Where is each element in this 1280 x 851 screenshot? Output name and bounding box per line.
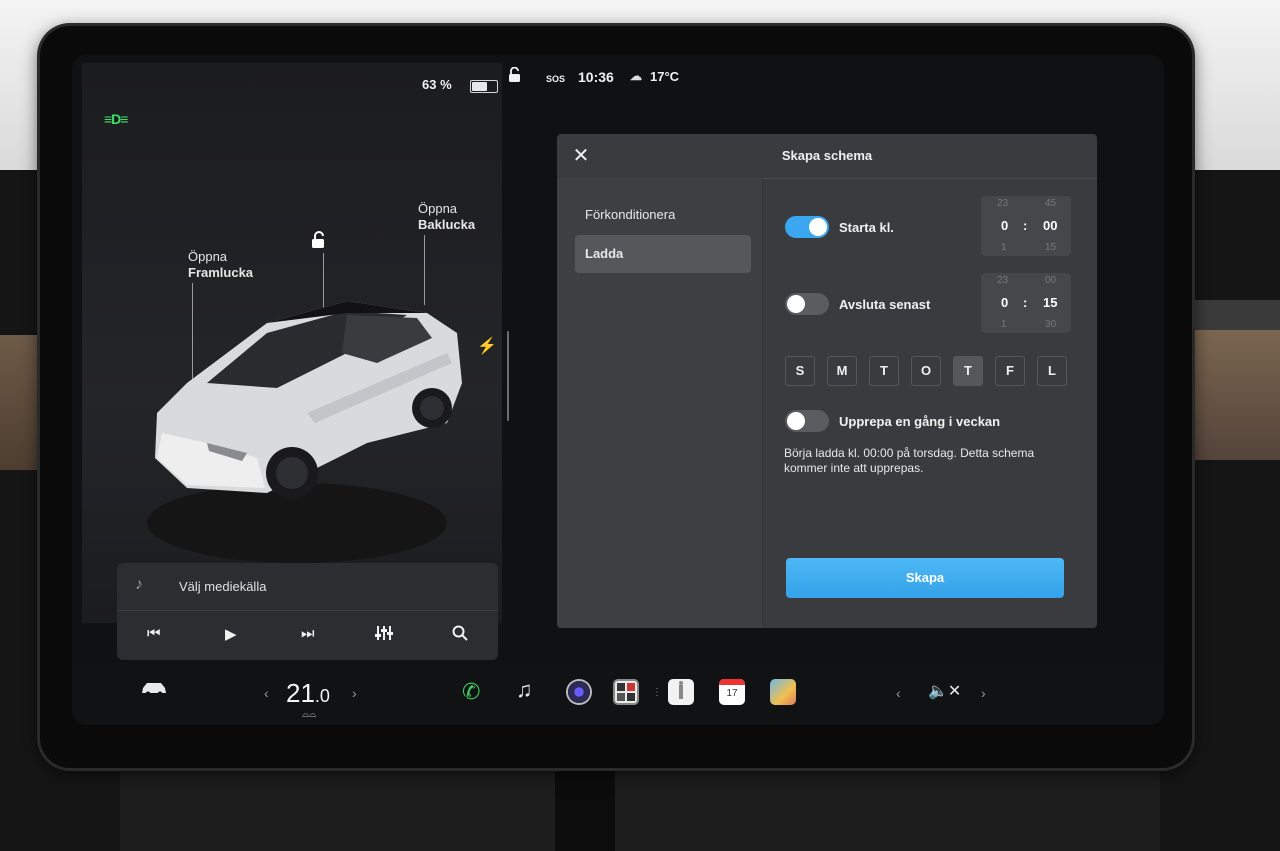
toggle-knob [787, 412, 805, 430]
day-button-wednesday[interactable]: O [911, 356, 941, 386]
repeat-weekly-label: Upprepa en gång i veckan [839, 414, 1001, 429]
temp-decrease-icon[interactable]: ‹ [264, 685, 269, 701]
app-launcher-icon[interactable] [613, 679, 639, 705]
end-minute: 15 [1043, 295, 1058, 310]
play-icon[interactable]: ▶ [225, 625, 237, 643]
end-time-picker[interactable]: 23 00 0 : 15 1 30 [981, 273, 1071, 333]
start-time-picker[interactable]: 23 45 0 : 00 1 15 [981, 196, 1071, 256]
scroll-indicator [507, 331, 509, 421]
day-button-monday[interactable]: M [827, 356, 857, 386]
cabin-temperature-decimal: .0 [314, 686, 330, 706]
calendar-icon[interactable]: 17 [719, 679, 745, 705]
bottom-bar: ‹ 21.0 ⌓⌓ › ✆ ♫ ⋮ 17 ‹ 🔈✕ › [72, 667, 1164, 725]
day-button-tuesday[interactable]: T [869, 356, 899, 386]
toggle-knob [787, 295, 805, 313]
temp-increase-icon[interactable]: › [352, 685, 357, 701]
cabin-temperature[interactable]: 21.0 [286, 678, 330, 709]
car-model-image [147, 301, 462, 563]
touchscreen: ≡D≡ Öppna Framlucka Öppna Baklucka ⚡ 63 … [72, 55, 1164, 725]
start-time-toggle[interactable] [785, 216, 829, 238]
media-player: ♪ Välj mediekälla ⏮ ▶ ⏭ [117, 563, 498, 660]
equalizer-icon[interactable] [375, 625, 393, 645]
open-frunk-button[interactable]: Öppna Framlucka [188, 249, 253, 281]
end-colon: : [1023, 295, 1028, 310]
camera-icon[interactable] [566, 679, 592, 705]
battery-icon [470, 80, 498, 93]
separator-dots: ⋮ [652, 687, 662, 698]
music-icon[interactable]: ♫ [516, 677, 533, 703]
day-button-friday[interactable]: F [995, 356, 1025, 386]
day-button-thursday[interactable]: T [953, 356, 983, 386]
open-frunk-line1: Öppna [188, 249, 228, 264]
clock: 10:36 [578, 69, 614, 85]
car-icon[interactable] [140, 681, 168, 702]
sos-icon[interactable]: SOS [546, 74, 565, 84]
open-trunk-line1: Öppna [418, 201, 458, 216]
repeat-weekly-toggle[interactable] [785, 410, 829, 432]
start-prev-min: 45 [1045, 198, 1057, 209]
open-trunk-button[interactable]: Öppna Baklucka [418, 201, 475, 233]
start-time-label: Starta kl. [839, 220, 894, 235]
charge-port-icon[interactable]: ⚡ [477, 336, 497, 356]
volume-increase-icon[interactable]: › [981, 685, 986, 701]
schedule-dialog: ✕ Skapa schema Förkonditionera Ladda Sta… [557, 134, 1097, 628]
start-minute: 00 [1043, 218, 1058, 233]
open-frunk-line2: Framlucka [188, 265, 254, 280]
media-source-label: Välj mediekälla [179, 579, 267, 594]
dialog-header: ✕ Skapa schema [557, 134, 1097, 179]
dashboard-trim [1185, 300, 1280, 330]
day-button-saturday[interactable]: L [1037, 356, 1067, 386]
start-next-min: 15 [1045, 242, 1057, 253]
outside-temperature: 17°C [650, 69, 680, 84]
open-trunk-line2: Baklucka [418, 217, 476, 232]
headlights-icon[interactable]: ≡D≡ [104, 111, 128, 127]
phone-icon[interactable]: ✆ [462, 679, 480, 705]
toggle-knob [809, 218, 827, 236]
schedule-summary: Börja ladda kl. 00:00 på torsdag. Detta … [784, 446, 1035, 475]
end-hour: 0 [1001, 295, 1009, 310]
calendar-day: 17 [726, 688, 738, 699]
mute-icon[interactable]: 🔈✕ [928, 681, 961, 701]
wood-trim-right [1185, 330, 1280, 460]
end-prev-min: 00 [1045, 275, 1057, 286]
end-time-toggle[interactable] [785, 293, 829, 315]
screen-mount [555, 760, 615, 851]
center-console [120, 765, 1160, 851]
day-button-sunday[interactable]: S [785, 356, 815, 386]
battery-percent: 63 % [422, 77, 452, 92]
media-source-row[interactable]: ♪ Välj mediekälla [117, 563, 498, 611]
music-note-icon: ♪ [135, 576, 143, 593]
cabin-temperature-whole: 21 [286, 678, 315, 708]
lock-status-icon[interactable] [508, 66, 522, 86]
battery-level [472, 82, 487, 91]
start-colon: : [1023, 218, 1028, 233]
sidebar-item-preconditioning[interactable]: Förkonditionera [575, 196, 751, 234]
toybox-icon[interactable] [770, 679, 796, 705]
volume-decrease-icon[interactable]: ‹ [896, 685, 901, 701]
dialog-sidebar: Förkonditionera Ladda [557, 178, 763, 628]
unlock-icon[interactable] [310, 231, 328, 254]
start-hour: 0 [1001, 218, 1009, 233]
end-time-label: Avsluta senast [839, 297, 931, 312]
cloud-icon: ☁ [630, 69, 642, 83]
search-icon[interactable] [452, 625, 468, 645]
sidebar-item-charge[interactable]: Ladda [575, 235, 751, 273]
dialog-title: Skapa schema [781, 148, 873, 163]
manual-icon[interactable] [668, 679, 694, 705]
create-schedule-button[interactable]: Skapa [786, 558, 1064, 598]
end-next-min: 30 [1045, 319, 1057, 330]
next-track-icon[interactable]: ⏭ [301, 625, 315, 642]
previous-track-icon[interactable]: ⏮ [147, 625, 161, 642]
car-panel: ≡D≡ Öppna Framlucka Öppna Baklucka ⚡ 63 … [82, 63, 509, 623]
seat-heater-icon[interactable]: ⌓⌓ [302, 709, 316, 720]
